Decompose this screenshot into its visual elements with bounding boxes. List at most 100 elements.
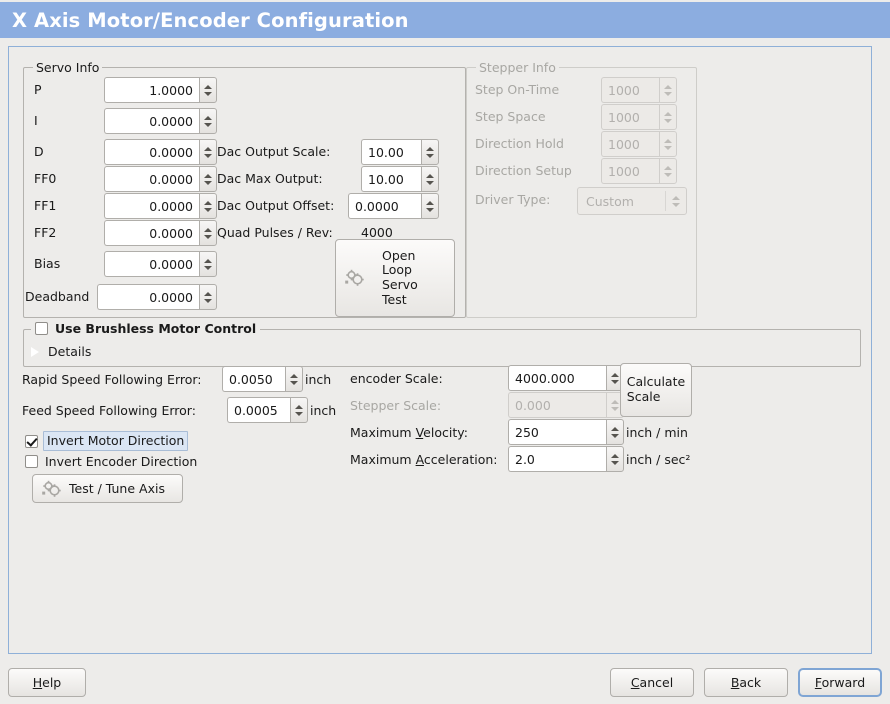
servo-i-stepper-buttons[interactable] (199, 108, 217, 134)
maximum-velocity-label: Maximum Velocity: (350, 427, 468, 440)
triangle-right-icon[interactable] (31, 347, 39, 357)
dac-output-offset-label: Dac Output Offset: (217, 200, 334, 213)
servo-d-stepper-buttons[interactable] (199, 139, 217, 165)
dac-output-offset-stepper-buttons[interactable] (421, 193, 439, 219)
open-loop-line-1: Open (382, 248, 415, 263)
direction-setup-stepper-buttons (659, 158, 677, 184)
encoder-scale-spinner[interactable]: 4000.000 (508, 365, 624, 391)
dac-max-output-value[interactable]: 10.00 (361, 166, 421, 192)
rapid-speed-following-error-stepper-buttons[interactable] (285, 366, 303, 392)
servo-deadband-spinner[interactable]: 0.0000 (97, 284, 217, 310)
dac-max-output-spinner[interactable]: 10.00 (361, 166, 439, 192)
invert-motor-direction-checkbox[interactable]: Invert Motor Direction (25, 431, 188, 451)
use-brushless-motor-control-checkbox[interactable]: Use Brushless Motor Control (31, 321, 260, 336)
back-button[interactable]: Back (704, 668, 788, 697)
cancel-button[interactable]: Cancel (610, 668, 694, 697)
help-mnemonic: H (33, 675, 42, 690)
rapid-speed-following-error-value[interactable]: 0.0050 (222, 366, 285, 392)
invert-encoder-direction-checkbox[interactable]: Invert Encoder Direction (25, 454, 197, 469)
dac-output-scale-value[interactable]: 10.00 (361, 139, 421, 165)
servo-bias-spinner[interactable]: 0.0000 (104, 251, 217, 277)
servo-label-ff1: FF1 (34, 200, 56, 213)
help-rest: elp (42, 675, 61, 690)
servo-deadband-stepper-buttons[interactable] (199, 284, 217, 310)
direction-setup-spinner: 1000 (601, 158, 677, 184)
direction-hold-spinner: 1000 (601, 131, 677, 157)
invert-encoder-direction-box[interactable] (25, 455, 38, 468)
dac-output-offset-spinner[interactable]: 0.0000 (348, 193, 439, 219)
open-loop-servo-test-button[interactable]: Open Loop Servo Test (335, 239, 455, 317)
open-loop-line-4: Test (382, 292, 407, 307)
servo-i-spinner[interactable]: 0.0000 (104, 108, 217, 134)
driver-type-combo: Custom (577, 187, 687, 215)
stepper-info-legend: Stepper Info (476, 60, 559, 75)
maximum-acceleration-label-pre: Maximum (350, 452, 416, 467)
feed-speed-following-error-value[interactable]: 0.0005 (227, 397, 290, 423)
test-tune-axis-button[interactable]: Test / Tune Axis (32, 474, 183, 503)
calculate-scale-line-2: Scale (627, 389, 661, 404)
feed-speed-following-error-stepper-buttons[interactable] (290, 397, 308, 423)
maximum-acceleration-spinner[interactable]: 2.0 (508, 446, 624, 472)
servo-ff1-spinner[interactable]: 0.0000 (104, 193, 217, 219)
invert-motor-direction-box[interactable] (25, 435, 38, 448)
step-on-time-value: 1000 (601, 77, 659, 103)
maximum-acceleration-label: Maximum Acceleration: (350, 454, 497, 467)
maximum-velocity-value[interactable]: 250 (508, 419, 606, 445)
quad-pulses-label: Quad Pulses / Rev: (217, 227, 333, 240)
dac-output-scale-spinner[interactable]: 10.00 (361, 139, 439, 165)
servo-ff1-stepper-buttons[interactable] (199, 193, 217, 219)
servo-label-ff0: FF0 (34, 173, 56, 186)
servo-p-value[interactable]: 1.0000 (104, 77, 199, 103)
servo-bias-stepper-buttons[interactable] (199, 251, 217, 277)
open-loop-line-3: Servo (382, 277, 418, 292)
servo-ff0-value[interactable]: 0.0000 (104, 166, 199, 192)
invert-motor-direction-label: Invert Motor Direction (43, 431, 188, 451)
servo-ff2-spinner[interactable]: 0.0000 (104, 220, 217, 246)
servo-ff0-spinner[interactable]: 0.0000 (104, 166, 217, 192)
dac-max-output-stepper-buttons[interactable] (421, 166, 439, 192)
maximum-acceleration-mnemonic: A (416, 452, 424, 467)
direction-setup-label: Direction Setup (475, 165, 572, 178)
direction-hold-value: 1000 (601, 131, 659, 157)
servo-label-i: I (34, 115, 38, 128)
back-button-label: Back (731, 675, 761, 690)
stepper-scale-value: 0.000 (508, 392, 606, 418)
servo-ff1-value[interactable]: 0.0000 (104, 193, 199, 219)
rapid-speed-following-error-spinner[interactable]: 0.0050 (222, 366, 303, 392)
servo-d-value[interactable]: 0.0000 (104, 139, 199, 165)
dac-output-scale-stepper-buttons[interactable] (421, 139, 439, 165)
feed-speed-following-error-label: Feed Speed Following Error: (22, 405, 196, 418)
gears-icon (41, 479, 63, 499)
servo-ff2-value[interactable]: 0.0000 (104, 220, 199, 246)
maximum-velocity-spinner[interactable]: 250 (508, 419, 624, 445)
step-on-time-stepper-buttons (659, 77, 677, 103)
servo-bias-value[interactable]: 0.0000 (104, 251, 199, 277)
servo-d-spinner[interactable]: 0.0000 (104, 139, 217, 165)
maximum-velocity-stepper-buttons[interactable] (606, 419, 624, 445)
calculate-scale-button[interactable]: Calculate Scale (620, 363, 692, 417)
direction-setup-value: 1000 (601, 158, 659, 184)
dac-output-offset-value[interactable]: 0.0000 (348, 193, 421, 219)
brushless-checkbox-box[interactable] (35, 322, 48, 335)
rapid-speed-following-error-label: Rapid Speed Following Error: (22, 374, 202, 387)
servo-p-stepper-buttons[interactable] (199, 77, 217, 103)
direction-hold-stepper-buttons (659, 131, 677, 157)
details-expander[interactable]: Details (31, 344, 91, 359)
servo-ff2-stepper-buttons[interactable] (199, 220, 217, 246)
maximum-acceleration-stepper-buttons[interactable] (606, 446, 624, 472)
maximum-acceleration-label-post: cceleration: (424, 452, 498, 467)
brushless-checkbox-label: Use Brushless Motor Control (55, 321, 256, 336)
help-button[interactable]: Help (8, 668, 86, 697)
feed-speed-following-error-spinner[interactable]: 0.0005 (227, 397, 308, 423)
servo-i-value[interactable]: 0.0000 (104, 108, 199, 134)
driver-type-value: Custom (578, 194, 665, 209)
forward-button[interactable]: Forward (798, 668, 882, 697)
window-titlebar: X Axis Motor/Encoder Configuration (0, 2, 890, 38)
servo-deadband-value[interactable]: 0.0000 (97, 284, 199, 310)
step-space-label: Step Space (475, 111, 546, 124)
servo-ff0-stepper-buttons[interactable] (199, 166, 217, 192)
maximum-acceleration-value[interactable]: 2.0 (508, 446, 606, 472)
servo-p-spinner[interactable]: 1.0000 (104, 77, 217, 103)
quad-pulses-value: 4000 (361, 227, 393, 240)
encoder-scale-value[interactable]: 4000.000 (508, 365, 606, 391)
